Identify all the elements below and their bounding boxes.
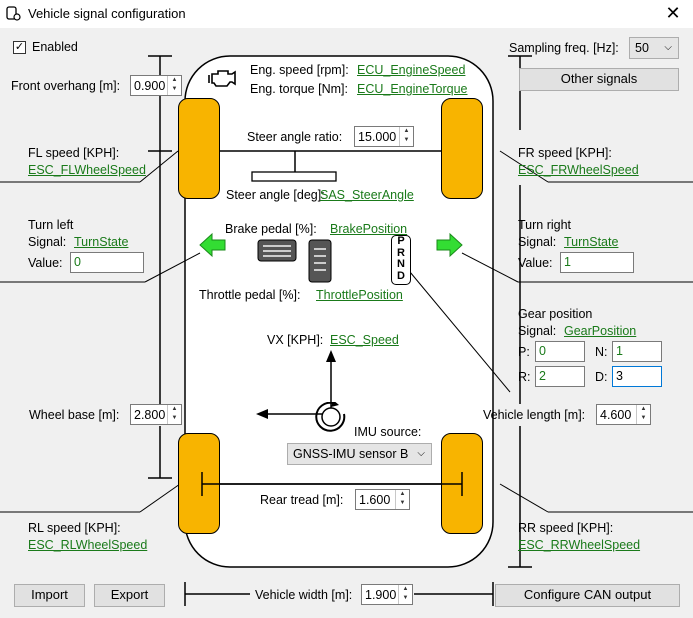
brake-pedal-icon — [257, 239, 297, 262]
wheel-base-label: Wheel base [m]: — [29, 408, 120, 422]
gear-d-label: D: — [595, 370, 608, 384]
wheel-base-stepper[interactable]: 2.800 ▲ ▼ — [130, 404, 182, 425]
brake-label: Brake pedal [%]: — [225, 222, 317, 236]
stepper-up-icon[interactable]: ▲ — [168, 76, 181, 85]
gear-n-label: N: — [595, 345, 608, 359]
fl-speed-link[interactable]: ESC_FLWheelSpeed — [28, 162, 146, 178]
front-overhang-label: Front overhang [m]: — [11, 79, 121, 93]
throttle-pedal-icon — [308, 239, 332, 283]
import-button[interactable]: Import — [14, 584, 85, 607]
turn-right-title: Turn right — [518, 218, 572, 232]
rr-speed-label: RR speed [KPH]: — [518, 521, 614, 535]
steer-angle-link[interactable]: SAS_SteerAngle — [320, 187, 414, 203]
stepper-down-icon[interactable]: ▼ — [400, 136, 413, 145]
stepper-up-icon[interactable]: ▲ — [399, 585, 412, 594]
configure-can-output-button[interactable]: Configure CAN output — [495, 584, 680, 607]
turn-left-value-input[interactable]: 0 — [70, 252, 144, 273]
enabled-label: Enabled — [32, 40, 78, 54]
export-button[interactable]: Export — [94, 584, 165, 607]
right-arrow-icon — [436, 232, 463, 258]
vx-link[interactable]: ESC_Speed — [330, 332, 399, 348]
gear-d-input[interactable]: 3 — [612, 366, 662, 387]
other-signals-button[interactable]: Other signals — [519, 68, 679, 91]
gear-p-input[interactable]: 0 — [535, 341, 585, 362]
sampling-freq-label: Sampling freq. [Hz]: — [509, 41, 619, 55]
turn-right-value-label: Value: — [518, 256, 553, 270]
left-arrow-icon — [199, 232, 226, 258]
stepper-down-icon[interactable]: ▼ — [168, 414, 181, 423]
gear-p-label: P: — [518, 345, 530, 359]
rr-speed-link[interactable]: ESC_RRWheelSpeed — [518, 537, 640, 553]
steer-angle-label: Steer angle [deg]: — [226, 188, 325, 202]
stepper-down-icon[interactable]: ▼ — [399, 594, 412, 603]
steer-ratio-label: Steer angle ratio: — [247, 130, 343, 144]
throttle-label: Throttle pedal [%]: — [199, 288, 301, 302]
stepper-up-icon[interactable]: ▲ — [637, 405, 650, 414]
engine-icon — [208, 70, 236, 87]
stepper-down-icon[interactable]: ▼ — [168, 85, 181, 94]
fr-speed-label: FR speed [KPH]: — [518, 146, 612, 160]
fr-speed-link[interactable]: ESC_FRWheelSpeed — [518, 162, 639, 178]
rl-speed-link[interactable]: ESC_RLWheelSpeed — [28, 537, 147, 553]
turn-right-signal-label: Signal: — [518, 235, 557, 249]
imu-source-select[interactable]: GNSS-IMU sensor B ⌵ — [287, 443, 432, 465]
rear-tread-stepper[interactable]: 1.600 ▲ ▼ — [355, 489, 410, 510]
vx-label: VX [KPH]: — [267, 333, 324, 347]
turn-left-value-label: Value: — [28, 256, 63, 270]
gear-shifter-icon: P R N D — [391, 235, 411, 285]
gear-r-label: R: — [518, 370, 531, 384]
gear-signal-label: Signal: — [518, 324, 557, 338]
gear-title: Gear position — [518, 307, 593, 321]
vehicle-length-stepper[interactable]: 4.600 ▲ ▼ — [596, 404, 651, 425]
rl-speed-label: RL speed [KPH]: — [28, 521, 121, 535]
imu-source-label: IMU source: — [354, 425, 422, 439]
sampling-freq-select[interactable]: 50 ⌵ — [629, 37, 679, 59]
chevron-down-icon: ⌵ — [664, 42, 672, 53]
stepper-up-icon[interactable]: ▲ — [396, 490, 409, 499]
vehicle-width-stepper[interactable]: 1.900 ▲ ▼ — [361, 584, 413, 605]
stepper-up-icon[interactable]: ▲ — [400, 127, 413, 136]
stepper-down-icon[interactable]: ▼ — [637, 414, 650, 423]
eng-torque-label: Eng. torque [Nm]: — [250, 82, 348, 96]
vehicle-length-label: Vehicle length [m]: — [483, 408, 586, 422]
stepper-down-icon[interactable]: ▼ — [396, 499, 409, 508]
fl-speed-label: FL speed [KPH]: — [28, 146, 120, 160]
front-overhang-stepper[interactable]: 0.900 ▲ ▼ — [130, 75, 182, 96]
gear-signal-link[interactable]: GearPosition — [564, 323, 636, 339]
eng-speed-link[interactable]: ECU_EngineSpeed — [357, 62, 465, 78]
gear-n-input[interactable]: 1 — [612, 341, 662, 362]
turn-left-title: Turn left — [28, 218, 74, 232]
vehicle-width-label: Vehicle width [m]: — [255, 588, 353, 602]
eng-torque-link[interactable]: ECU_EngineTorque — [357, 81, 468, 97]
turn-left-signal-link[interactable]: TurnState — [74, 234, 128, 250]
stepper-up-icon[interactable]: ▲ — [168, 405, 181, 414]
gear-r-input[interactable]: 2 — [535, 366, 585, 387]
rear-tread-label: Rear tread [m]: — [260, 493, 344, 507]
eng-speed-label: Eng. speed [rpm]: — [250, 63, 349, 77]
turn-right-signal-link[interactable]: TurnState — [564, 234, 618, 250]
turn-right-value-input[interactable]: 1 — [560, 252, 634, 273]
steer-ratio-stepper[interactable]: 15.000 ▲ ▼ — [354, 126, 414, 147]
throttle-link[interactable]: ThrottlePosition — [316, 287, 403, 303]
enabled-checkbox[interactable]: ✓ — [13, 41, 26, 54]
chevron-down-icon: ⌵ — [417, 448, 425, 459]
turn-left-signal-label: Signal: — [28, 235, 67, 249]
